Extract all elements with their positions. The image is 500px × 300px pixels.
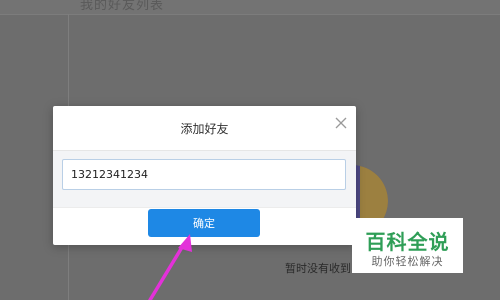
top-bar: 我的好友列表 [0,0,500,15]
watermark-subtitle: 助你轻松解决 [371,255,444,268]
dialog-title: 添加好友 [180,122,229,136]
dialog-body [53,150,356,208]
empty-state-text: 暂时没有收到 [285,262,350,275]
watermark-title: 百科全说 [365,230,450,254]
top-bar-title: 我的好友列表 [80,0,165,13]
close-icon[interactable] [334,115,348,129]
pointer-arrow [148,234,192,300]
watermark-logo: 百科全说 助你轻松解决 [352,218,463,273]
add-friend-dialog: 添加好友 确定 [53,106,356,245]
phone-number-input[interactable] [62,159,346,190]
